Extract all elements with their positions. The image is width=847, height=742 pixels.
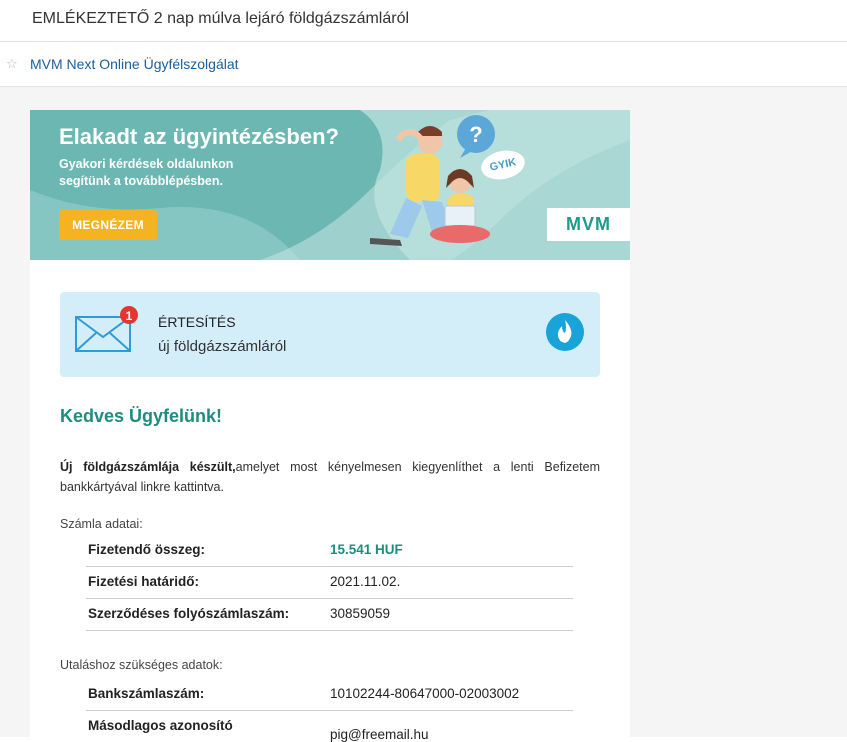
transfer-section-label: Utaláshoz szükséges adatok: (60, 658, 223, 672)
notification-box (60, 292, 600, 377)
subject-bar: EMLÉKEZTETŐ 2 nap múlva lejáró földgázsz… (0, 0, 847, 42)
greeting: Kedves Ügyfelünk! (60, 406, 223, 426)
secondary-identifier[interactable]: pig@freemail.hu (330, 727, 429, 742)
envelope-icon: 1 (75, 306, 138, 352)
row-label: Fizetendő összeg: (88, 542, 206, 557)
notification-badge-count: 1 (126, 309, 133, 323)
intro-bold: Új földgázszámlája készült, (60, 460, 236, 474)
table-row: Fizetendő összeg: 15.541 HUF (86, 534, 573, 567)
amount-due: 15.541 HUF (330, 542, 403, 557)
table-row: Fizetési határidő: 2021.11.02. (86, 566, 573, 599)
banner-title: Elakadt az ügyintézésben? (59, 124, 339, 149)
contract-account-number: 30859059 (330, 606, 391, 621)
notification-subtitle: új földgázszámláról (158, 338, 287, 355)
sender-name[interactable]: MVM Next Online Ügyfélszolgálat (30, 56, 239, 72)
star-icon[interactable]: ☆ (6, 56, 18, 72)
bank-account-number: 10102244-80647000-02003002 (330, 686, 520, 701)
help-banner[interactable]: ? Elakadt az ügyintézésben? Gyakori kérd… (30, 110, 630, 260)
table-row: Másodlagos azonosító pig@freemail.hu (86, 710, 573, 742)
gas-flame-icon (546, 313, 584, 351)
table-row: Bankszámlaszám: 10102244-80647000-020030… (86, 678, 573, 711)
due-date: 2021.11.02. (330, 574, 401, 589)
row-label: Szerződéses folyószámlaszám: (88, 606, 290, 621)
intro-text: Új földgázszámlája készült,amelyet most … (60, 457, 600, 497)
svg-text:?: ? (469, 122, 482, 147)
row-label: Másodlagos azonosító (88, 718, 233, 733)
row-label: Fizetési határidő: (88, 574, 200, 589)
banner-subtitle: Gyakori kérdések oldalunkon segítünk a t… (59, 157, 234, 188)
invoice-section-label: Számla adatai: (60, 517, 143, 531)
notification-title: ÉRTESÍTÉS (158, 314, 236, 330)
table-row: Szerződéses folyószámlaszám: 30859059 (86, 598, 573, 631)
mvm-logo: MVM (547, 208, 630, 241)
view-faq-button[interactable]: MEGNÉZEM (59, 210, 157, 240)
row-label: Bankszámlaszám: (88, 686, 205, 701)
email-subject: EMLÉKEZTETŐ 2 nap múlva lejáró földgázsz… (32, 10, 410, 27)
